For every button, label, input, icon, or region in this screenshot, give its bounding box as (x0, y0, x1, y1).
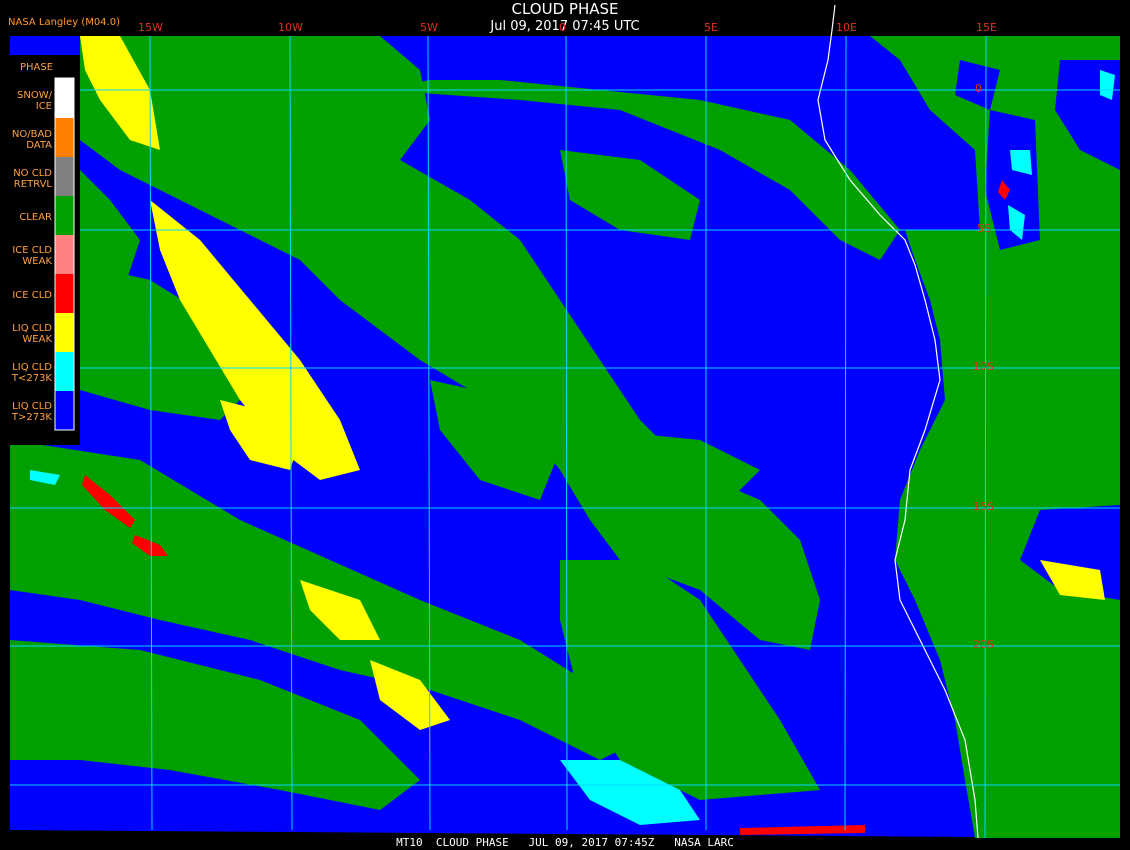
legend-swatch-no-bad-data (55, 118, 74, 157)
legend-swatch-liquid-cloud-weak (55, 313, 74, 352)
legend-label-no-cloud-retrieval: NO CLD RETRVL (13, 168, 52, 190)
legend-label-liquid-cloud-weak: LIQ CLD WEAK (12, 323, 52, 345)
legend-swatch-ice-cloud (55, 274, 74, 313)
legend-label-ice-cloud-weak: ICE CLD WEAK (12, 245, 52, 267)
legend-swatch-ice-cloud-weak (55, 235, 74, 274)
lat-label-5s: 5S (977, 222, 991, 235)
lon-label-0: 0 (559, 21, 566, 34)
lon-label-5w: 5W (420, 21, 438, 34)
lat-label-10s: 10S (973, 360, 994, 373)
legend-label-liquid-cloud-cold: LIQ CLD T<273K (11, 362, 52, 384)
lat-label-0: 0 (975, 82, 982, 95)
lon-label-10e: 10E (836, 21, 857, 34)
legend-swatch-liquid-cloud-warm (55, 391, 74, 430)
legend-label-ice-cloud: ICE CLD (12, 290, 52, 301)
lon-label-15w: 15W (138, 21, 163, 34)
lon-label-5e: 5E (704, 21, 718, 34)
lon-label-15e: 15E (976, 21, 997, 34)
legend: PHASE SNOW/ ICE NO/BAD DATA NO CLD RETRV… (0, 55, 80, 445)
legend-title: PHASE (20, 62, 54, 73)
legend-label-no-bad-data: NO/BAD DATA (11, 129, 52, 151)
legend-swatch-no-cloud-retrieval (55, 157, 74, 196)
cloud-phase-map (0, 0, 1130, 850)
lon-label-10w: 10W (278, 21, 303, 34)
footer-caption: MT10 CLOUD PHASE JUL 09, 2017 07:45Z NAS… (396, 836, 734, 849)
map-title: CLOUD PHASE (511, 0, 619, 18)
legend-label-snow-ice: SNOW/ ICE (17, 90, 52, 112)
lat-label-15s: 15S (973, 500, 994, 513)
legend-swatch-snow-ice (55, 78, 74, 118)
legend-label-clear: CLEAR (19, 212, 52, 223)
lat-label-20s: 20S (973, 638, 994, 651)
legend-swatch-liquid-cloud-cold (55, 352, 74, 391)
legend-label-liquid-cloud-warm: LIQ CLD T>273K (11, 401, 52, 423)
legend-swatch-clear (55, 196, 74, 235)
